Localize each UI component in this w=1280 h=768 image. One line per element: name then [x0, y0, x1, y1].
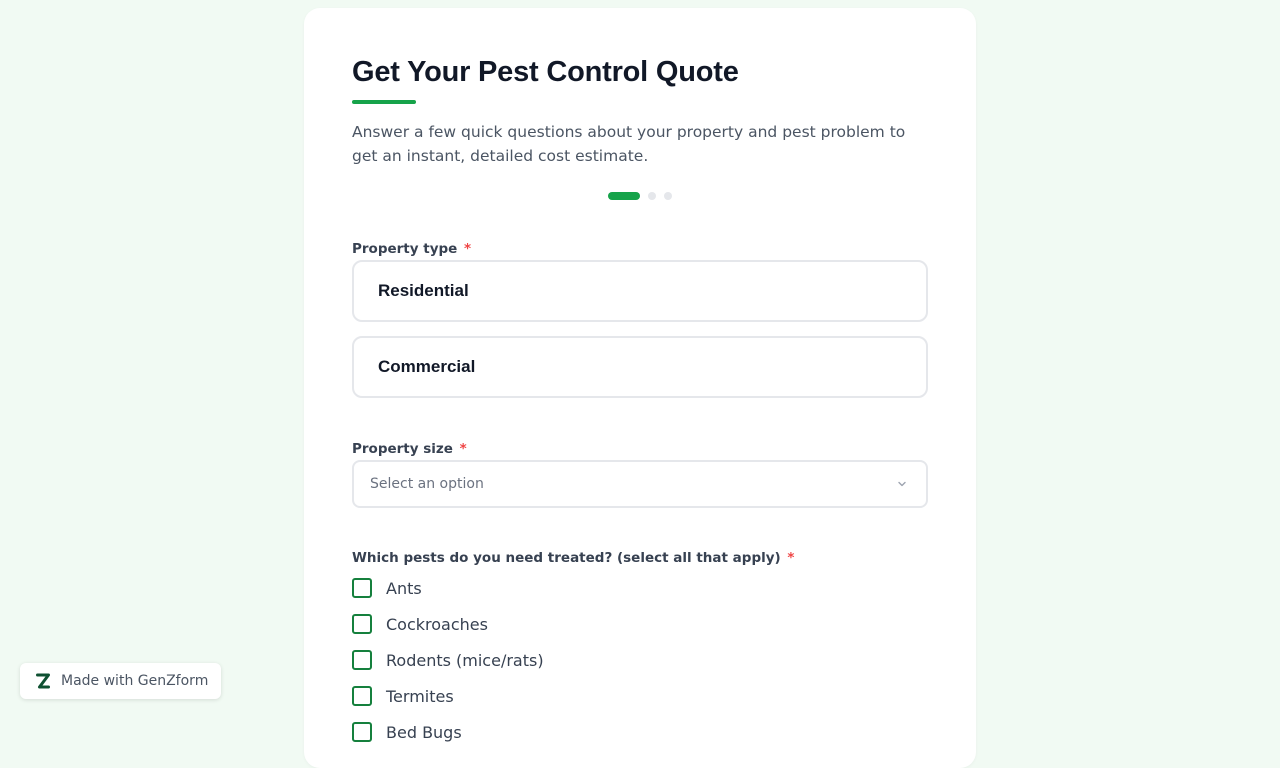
genzform-logo-icon [36, 673, 50, 689]
required-asterisk: * [464, 241, 472, 257]
pest-option-rodents[interactable]: Rodents (mice/rats) [352, 642, 928, 678]
checkbox[interactable] [352, 578, 372, 598]
checkbox-label: Bed Bugs [386, 722, 462, 742]
step-indicator-1 [608, 192, 640, 200]
property-type-option-commercial[interactable]: Commercial [352, 336, 928, 398]
property-type-option-residential[interactable]: Residential [352, 260, 928, 322]
step-progress [352, 192, 928, 200]
pest-option-cockroaches[interactable]: Cockroaches [352, 606, 928, 642]
checkbox[interactable] [352, 722, 372, 742]
property-size-label: Property size * [352, 441, 467, 457]
checkbox-label: Termites [386, 686, 454, 706]
required-asterisk: * [459, 441, 467, 457]
pest-option-ants[interactable]: Ants [352, 570, 928, 606]
form-card: Get Your Pest Control Quote Answer a few… [304, 8, 976, 768]
select-placeholder: Select an option [370, 476, 484, 492]
page-subtitle: Answer a few quick questions about your … [352, 123, 906, 165]
pests-label-text: Which pests do you need treated? (select… [352, 550, 781, 566]
required-asterisk: * [787, 550, 795, 566]
page-title: Get Your Pest Control Quote [352, 56, 739, 88]
property-type-label-text: Property type [352, 241, 458, 257]
option-label: Commercial [378, 357, 476, 376]
property-size-label-text: Property size [352, 441, 453, 457]
checkbox-label: Rodents (mice/rats) [386, 650, 544, 670]
step-indicator-3 [664, 192, 672, 200]
pest-option-termites[interactable]: Termites [352, 678, 928, 714]
pest-option-bed-bugs[interactable]: Bed Bugs [352, 714, 928, 750]
property-size-select[interactable]: Select an option [352, 460, 928, 508]
made-with-genzform-badge[interactable]: Made with GenZform [20, 663, 221, 699]
pests-label: Which pests do you need treated? (select… [352, 550, 794, 566]
chevron-down-icon [896, 478, 908, 490]
checkbox[interactable] [352, 686, 372, 706]
property-type-label: Property type * [352, 241, 471, 257]
checkbox-label: Ants [386, 578, 422, 598]
step-indicator-2 [648, 192, 656, 200]
title-underline [352, 100, 416, 104]
badge-text: Made with GenZform [61, 673, 209, 689]
checkbox-label: Cockroaches [386, 614, 488, 634]
checkbox[interactable] [352, 614, 372, 634]
option-label: Residential [378, 281, 469, 300]
checkbox[interactable] [352, 650, 372, 670]
pests-checkbox-list: Ants Cockroaches Rodents (mice/rats) Ter… [352, 570, 928, 750]
